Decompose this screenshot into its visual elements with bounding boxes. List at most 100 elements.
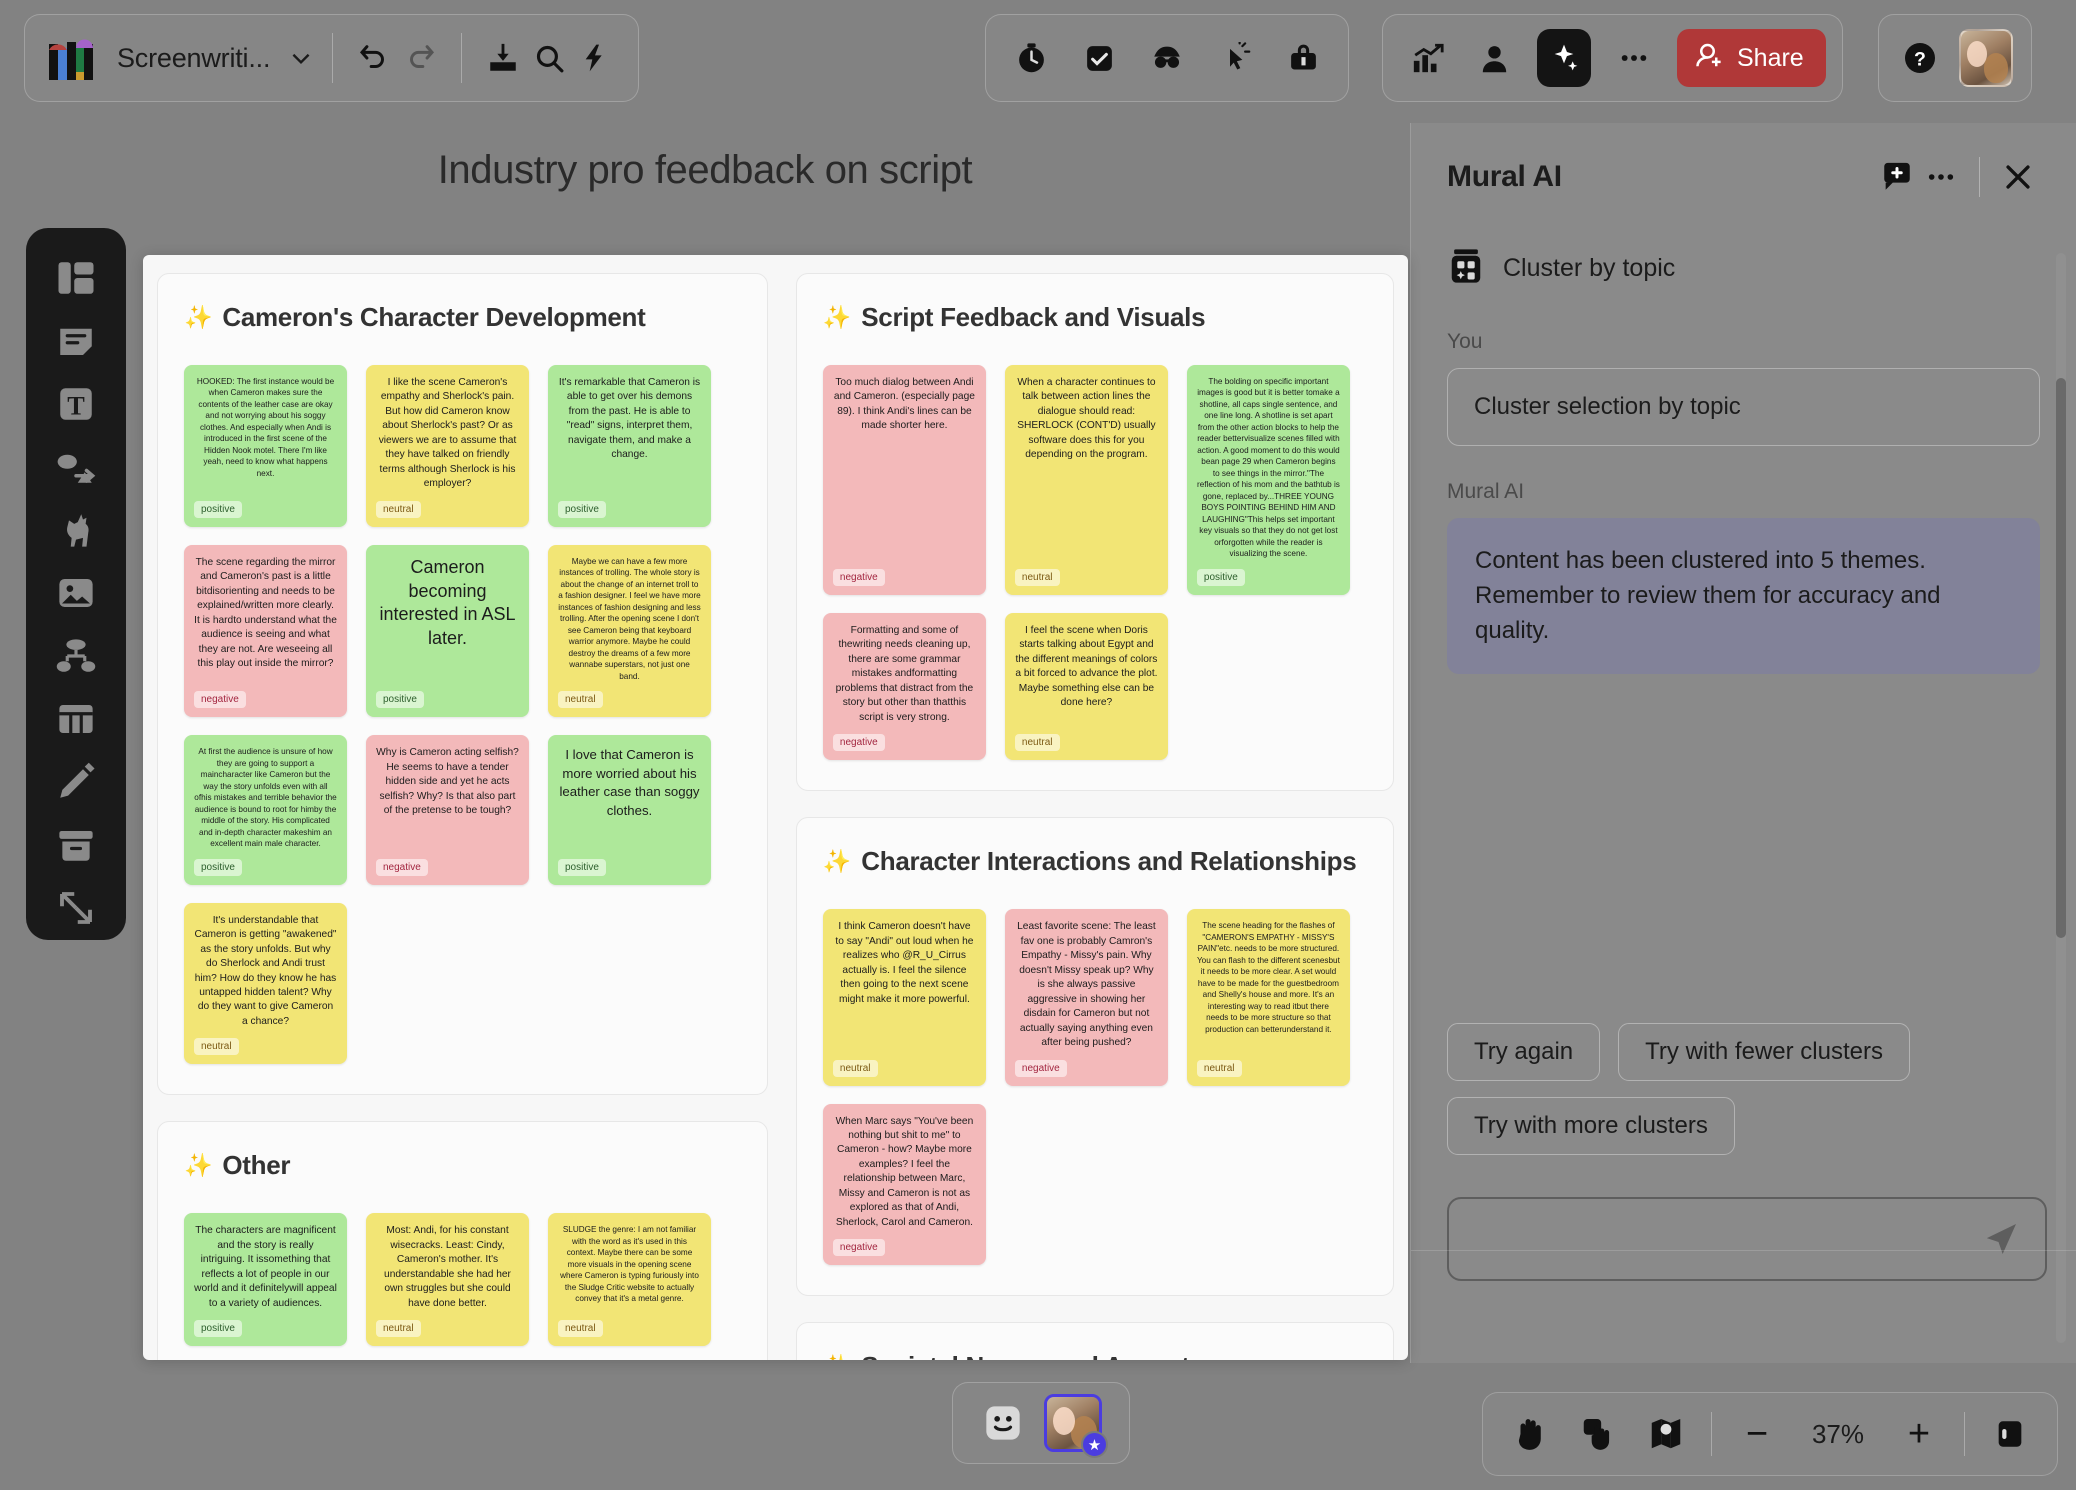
sticky-note[interactable]: Why is Cameron acting selfish? He seems … [366, 735, 529, 884]
sticky-note[interactable]: At first the audience is unsure of how t… [184, 735, 347, 884]
ai-user-message: Cluster selection by topic [1447, 368, 2040, 446]
select-tool-icon[interactable] [1575, 1411, 1621, 1457]
sentiment-tag: positive [376, 691, 424, 708]
toolbar-group-document: Screenwriti... [24, 14, 639, 102]
more-icon[interactable] [1611, 35, 1657, 81]
cluster-title-text: Cameron's Character Development [222, 302, 645, 333]
sticky-note[interactable]: It's remarkable that Cameron is able to … [548, 365, 711, 527]
llama-icon[interactable] [42, 498, 110, 561]
sentiment-tag: neutral [376, 1320, 421, 1337]
redo-icon[interactable] [397, 35, 443, 81]
cluster-cameron-character-development[interactable]: ✨Cameron's Character DevelopmentHOOKED: … [157, 273, 768, 1095]
sticky-note[interactable]: The scene heading for the flashes of "CA… [1187, 909, 1350, 1085]
ai-prompt-input[interactable] [1469, 1226, 1977, 1253]
sticky-note[interactable]: Cameron becoming interested in ASL later… [366, 545, 529, 717]
templates-icon[interactable] [42, 246, 110, 309]
sticky-note-icon[interactable] [42, 309, 110, 372]
ai-suggestion-chip[interactable]: Try again [1447, 1023, 1600, 1081]
lightning-icon[interactable] [572, 35, 618, 81]
sticky-note[interactable]: I love that Cameron is more worried abou… [548, 735, 711, 884]
import-icon[interactable] [480, 35, 526, 81]
diagram-icon[interactable] [42, 625, 110, 688]
sentiment-tag: positive [558, 501, 606, 518]
sticky-note[interactable]: I think Cameron doesn't have to say "And… [823, 909, 986, 1085]
sticky-note[interactable]: When Marc says "You've been nothing but … [823, 1104, 986, 1266]
sticky-note[interactable]: When a character continues to talk betwe… [1005, 365, 1168, 595]
sentiment-tag: neutral [1197, 1060, 1242, 1077]
sticky-note[interactable]: I like the scene Cameron's empathy and S… [366, 365, 529, 527]
analytics-icon[interactable] [1405, 35, 1451, 81]
archive-icon[interactable] [42, 814, 110, 877]
export-icon[interactable] [42, 877, 110, 940]
text-icon[interactable]: T [42, 372, 110, 435]
cluster-character-interactions-and-relationships[interactable]: ✨Character Interactions and Relationship… [796, 817, 1394, 1296]
sticky-note[interactable]: Most: Andi, for his constant wisecracks.… [366, 1213, 529, 1346]
sticky-note-grid: The characters are magnificent and the s… [184, 1213, 741, 1360]
sentiment-tag: negative [376, 859, 428, 876]
cluster-title: ✨Other [184, 1150, 741, 1181]
fit-screen-icon[interactable] [1987, 1411, 2033, 1457]
sentiment-tag: positive [1197, 569, 1245, 586]
summon-icon[interactable] [1212, 35, 1258, 81]
emoji-reaction-icon[interactable] [980, 1400, 1026, 1446]
sentiment-tag: negative [833, 569, 885, 586]
cluster-societal-norms-and-acceptance[interactable]: ✨Societal Norms and AcceptanceThere's no… [796, 1322, 1394, 1360]
user-avatar[interactable] [1959, 29, 2013, 87]
document-title[interactable]: Screenwriti... [117, 43, 270, 74]
zoom-out-button[interactable]: − [1734, 1411, 1780, 1457]
cluster-other[interactable]: ✨Other The characters are magnificent and… [157, 1121, 768, 1360]
ai-panel-scrollbar[interactable] [2056, 378, 2066, 938]
sticky-note-grid: I think Cameron doesn't have to say "And… [823, 909, 1367, 1265]
board-column-right: ✨Script Feedback and VisualsToo much dia… [796, 273, 1394, 1360]
mural-logo[interactable] [47, 32, 101, 84]
help-icon[interactable]: ? [1897, 35, 1943, 81]
sticky-note-text: It's understandable that Cameron is gett… [194, 914, 337, 1030]
timer-icon[interactable] [1008, 35, 1054, 81]
mural-ai-icon[interactable] [1537, 29, 1591, 87]
ai-suggestion-chip[interactable]: Try with fewer clusters [1618, 1023, 1910, 1081]
sticky-note[interactable]: Least favorite scene: The least fav one … [1005, 909, 1168, 1085]
send-icon[interactable] [1977, 1215, 2025, 1263]
table-icon[interactable] [42, 688, 110, 751]
close-icon[interactable] [1996, 155, 2040, 199]
sparkle-icon: ✨ [823, 1355, 851, 1360]
sticky-note[interactable]: Formatting and some of thewriting needs … [823, 613, 986, 760]
sticky-note-text: The characters are magnificent and the s… [194, 1224, 337, 1311]
sticky-note[interactable]: Maybe we can have a few more instances o… [548, 545, 711, 717]
sticky-note-grid: HOOKED: The first instance would be when… [184, 365, 741, 1064]
undo-icon[interactable] [351, 35, 397, 81]
sticky-note[interactable]: It's understandable that Cameron is gett… [184, 903, 347, 1065]
sticky-note[interactable]: SLUDGE the genre: I am not familiar with… [548, 1213, 711, 1346]
toolkit-icon[interactable] [1280, 35, 1326, 81]
mural-canvas-board[interactable]: ✨ Cameron's Character Development HOOKED: … [143, 255, 1408, 1360]
ai-suggestion-chip[interactable]: Try with more clusters [1447, 1097, 1735, 1155]
sentiment-tag: neutral [1015, 569, 1060, 586]
sticky-note[interactable]: I feel the scene when Doris starts talki… [1005, 613, 1168, 760]
share-button[interactable]: Share [1677, 29, 1826, 87]
zoom-toolbar: − 37% + [1482, 1392, 2058, 1476]
outline-map-icon[interactable] [1643, 1411, 1689, 1457]
sticky-note[interactable]: Too much dialog between Andi and Cameron… [823, 365, 986, 595]
sticky-note[interactable]: The characters are magnificent and the s… [184, 1213, 347, 1346]
vote-icon[interactable] [1076, 35, 1122, 81]
hand-tool-icon[interactable] [1507, 1411, 1553, 1457]
sticky-note[interactable]: HOOKED: The first instance would be when… [184, 365, 347, 527]
sticky-note[interactable]: The scene regarding the mirror and Camer… [184, 545, 347, 717]
zoom-level[interactable]: 37% [1802, 1419, 1874, 1450]
search-icon[interactable] [526, 35, 572, 81]
shapes-connector-icon[interactable] [42, 435, 110, 498]
sentiment-tag: neutral [1015, 734, 1060, 751]
pen-icon[interactable] [42, 751, 110, 814]
image-icon[interactable] [42, 561, 110, 624]
current-user-avatar[interactable]: ★ [1044, 1394, 1102, 1452]
sticky-note[interactable]: The bolding on specific important images… [1187, 365, 1350, 595]
zoom-in-button[interactable]: + [1896, 1411, 1942, 1457]
person-icon[interactable] [1471, 35, 1517, 81]
private-mode-icon[interactable] [1144, 35, 1190, 81]
chevron-down-icon[interactable] [288, 45, 314, 71]
sticky-note-text: I love that Cameron is more worried abou… [558, 746, 701, 820]
ai-prompt-input-wrapper[interactable] [1447, 1197, 2047, 1281]
add-chat-icon[interactable] [1875, 155, 1919, 199]
cluster-script-feedback-and-visuals[interactable]: ✨Script Feedback and VisualsToo much dia… [796, 273, 1394, 791]
more-icon[interactable] [1919, 155, 1963, 199]
